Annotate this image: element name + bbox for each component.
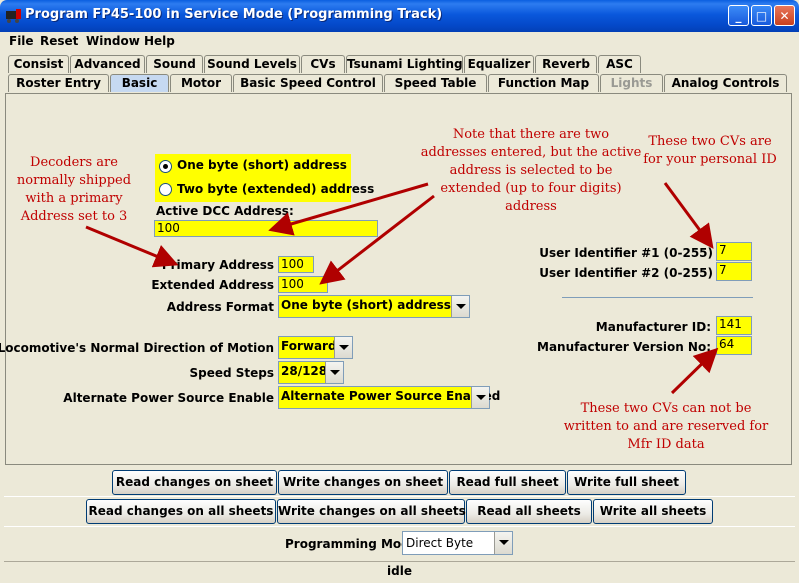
arrow-to-mfr-version xyxy=(670,347,719,395)
read-changes-sheet-button[interactable]: Read changes on sheet xyxy=(112,470,277,495)
programming-mode-label: Programming Mode xyxy=(285,537,418,551)
programming-mode-value: Direct Byte xyxy=(406,536,474,550)
divider xyxy=(4,496,795,497)
status-divider xyxy=(4,561,795,562)
arrow-to-active-dcc xyxy=(268,182,429,236)
read-all-sheets-button[interactable]: Read all sheets xyxy=(466,499,592,524)
write-changes-all-button[interactable]: Write changes on all sheets xyxy=(277,499,466,524)
write-full-sheet-button[interactable]: Write full sheet xyxy=(567,470,686,495)
read-changes-all-button[interactable]: Read changes on all sheets xyxy=(86,499,276,524)
write-changes-sheet-button[interactable]: Write changes on sheet xyxy=(278,470,448,495)
chevron-down-icon[interactable] xyxy=(494,532,512,554)
arrow-to-primary xyxy=(85,225,179,268)
arrow-to-user-id xyxy=(663,182,714,249)
write-all-sheets-button[interactable]: Write all sheets xyxy=(593,499,713,524)
status-text: idle xyxy=(387,564,412,578)
read-full-sheet-button[interactable]: Read full sheet xyxy=(449,470,566,495)
programming-mode-select[interactable]: Direct Byte xyxy=(402,531,513,555)
divider xyxy=(4,526,795,527)
